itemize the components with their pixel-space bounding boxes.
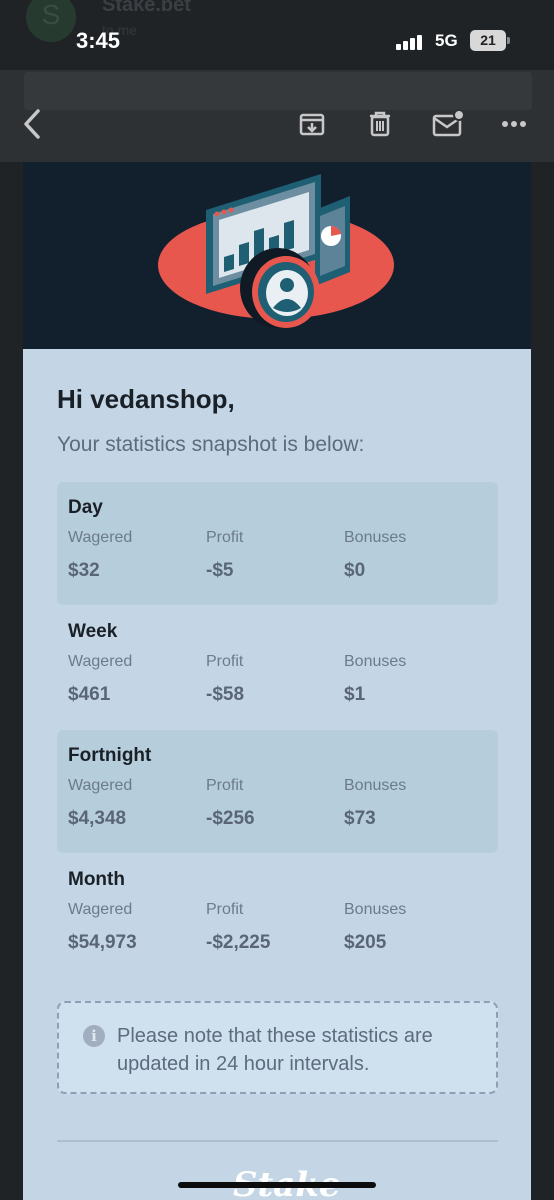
info-notice: i Please note that these statistics are … [57,1001,498,1094]
bonuses-label: Bonuses [344,653,407,670]
back-icon [24,109,40,139]
bonuses-value: $205 [344,932,387,953]
stat-title: Day [68,497,103,518]
wagered-value: $461 [68,684,111,705]
bonuses-column: Bonuses $1 [344,653,406,706]
bonuses-column: Bonuses $73 [344,777,406,830]
bonuses-column: Bonuses $0 [344,529,406,582]
wagered-column: Wagered $4,348 [68,777,132,830]
profit-column: Profit -$58 [206,653,244,706]
network-label: 5G [435,31,458,50]
profit-label: Profit [206,529,244,546]
wagered-value: $54,973 [68,932,137,953]
back-button[interactable] [14,106,50,142]
bonuses-column: Bonuses $205 [344,901,406,954]
stat-block-week: Week Wagered $461 Profit -$58 Bonuses $1 [57,606,498,729]
notice-text: Please note that these statistics are up… [117,1025,433,1075]
bonuses-label: Bonuses [344,777,407,794]
wagered-column: Wagered $32 [68,529,132,582]
stat-title: Week [68,621,118,642]
statistics-illustration [158,174,394,328]
email-body: Hi vedanshop, Your statistics snapshot i… [23,162,531,1200]
greeting-heading: Hi vedanshop, [57,384,235,414]
intro-text: Your statistics snapshot is below: [57,433,365,456]
status-bar: 3:45 5G 21 [0,0,554,80]
signal-icon [396,34,426,50]
stat-block-day: Day Wagered $32 Profit -$5 Bonuses $0 [57,482,498,605]
toolbar-strip [24,72,532,110]
bonuses-value: $73 [344,808,376,829]
more-button[interactable] [494,106,534,142]
bonuses-value: $1 [344,684,366,705]
profit-value: -$58 [206,684,245,705]
bonuses-value: $0 [344,560,366,581]
profit-value: -$5 [206,560,234,581]
wagered-label: Wagered [68,901,133,918]
archive-icon [299,113,325,136]
trash-icon [370,111,390,137]
bonuses-label: Bonuses [344,901,407,918]
profit-label: Profit [206,777,244,794]
more-icon [502,121,526,127]
wagered-value: $32 [68,560,100,581]
mail-toolbar [0,70,554,162]
profit-value: -$256 [206,808,255,829]
stat-title: Fortnight [68,745,152,766]
battery-icon: 21 [470,30,506,51]
stat-block-fortnight: Fortnight Wagered $4,348 Profit -$256 Bo… [57,730,498,853]
profit-label: Profit [206,653,244,670]
mark-unread-icon [432,109,465,137]
bonuses-label: Bonuses [344,529,407,546]
stat-title: Month [68,869,125,890]
stat-block-month: Month Wagered $54,973 Profit -$2,225 Bon… [57,854,498,977]
hero-banner [23,162,531,349]
wagered-label: Wagered [68,653,133,670]
archive-button[interactable] [292,106,332,142]
wagered-label: Wagered [68,529,133,546]
profit-column: Profit -$256 [206,777,255,830]
info-icon: i [83,1025,105,1047]
mark-unread-button[interactable] [428,106,468,142]
profit-column: Profit -$2,225 [206,901,270,954]
status-time: 3:45 [76,28,121,53]
wagered-column: Wagered $54,973 [68,901,137,954]
wagered-value: $4,348 [68,808,127,829]
profit-column: Profit -$5 [206,529,243,582]
delete-button[interactable] [360,106,400,142]
wagered-column: Wagered $461 [68,653,132,706]
battery-nub [507,37,510,44]
profit-label: Profit [206,901,244,918]
home-indicator[interactable] [178,1182,376,1188]
wagered-label: Wagered [68,777,133,794]
footer-divider [57,1140,498,1142]
profit-value: -$2,225 [206,932,271,953]
